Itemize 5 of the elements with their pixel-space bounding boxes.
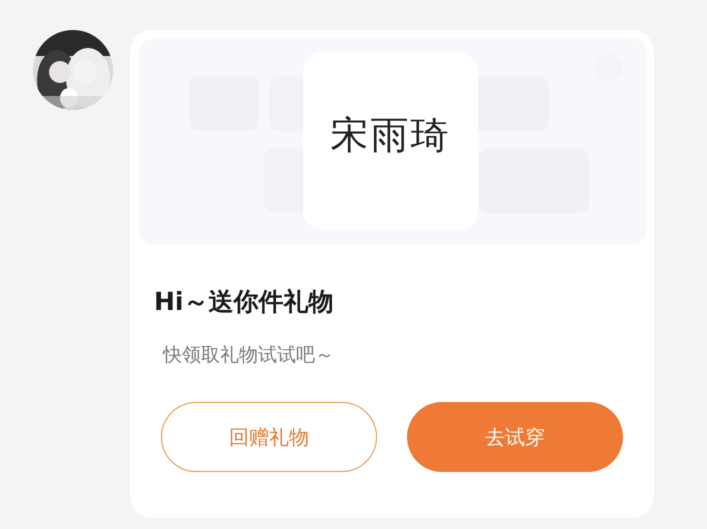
gift-subtitle: 快领取礼物试试吧～ <box>163 342 335 368</box>
return-gift-button[interactable]: 回赠礼物 <box>161 402 377 472</box>
gift-title: Hi～送你件礼物 <box>154 286 334 318</box>
try-on-button[interactable]: 去试穿 <box>407 402 623 472</box>
name-text: 宋雨琦 <box>330 112 450 158</box>
